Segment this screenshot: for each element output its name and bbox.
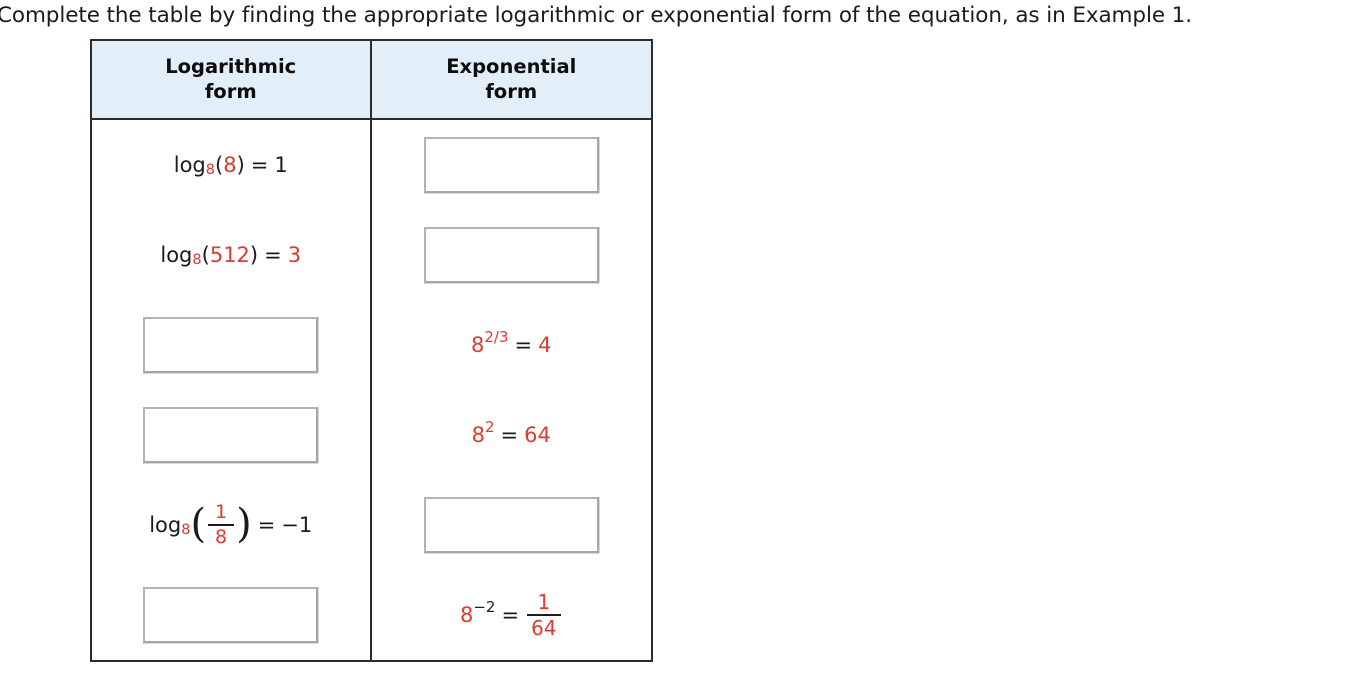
- cell-exponential-row-3: 8 2/3 = 4: [372, 300, 652, 390]
- equals-sign: =: [501, 602, 520, 627]
- close-paren: ): [236, 152, 245, 177]
- log-result: −1: [281, 512, 313, 537]
- log-argument-fraction: 18: [208, 501, 235, 548]
- column-header-exponential-line2: form: [485, 80, 538, 103]
- fraction-numerator: 1: [215, 501, 228, 523]
- close-paren: ): [236, 500, 252, 547]
- table-row: 8 2/3 = 4: [92, 300, 651, 390]
- cell-exponential-row-5: [372, 480, 652, 570]
- log-expression-row-5: log 8(1 8) = −1: [149, 503, 312, 547]
- cell-exponential-row-4: 8 2 = 64: [372, 390, 652, 480]
- cell-logarithmic-row-2: log 8(512) = 3: [92, 210, 372, 300]
- column-header-logarithmic-line1: Logarithmic: [165, 55, 297, 78]
- table-row: 8 2 = 64: [92, 390, 651, 480]
- exp-exponent: 2: [484, 417, 495, 436]
- answer-input-exponential-row-2[interactable]: [423, 227, 599, 283]
- cell-logarithmic-row-4: [92, 390, 372, 480]
- log-base: 8: [192, 251, 202, 268]
- answer-input-exponential-row-1[interactable]: [423, 137, 599, 193]
- exp-exponent: −2: [473, 597, 496, 616]
- exp-result: 4: [538, 332, 552, 357]
- exp-base: 8: [471, 422, 485, 447]
- open-paren: (: [190, 500, 207, 547]
- log-exponential-table: Logarithmic form Exponential form log 8(8…: [90, 39, 653, 662]
- answer-input-logarithmic-row-6[interactable]: [143, 587, 319, 643]
- column-header-exponential-line1: Exponential: [446, 55, 577, 78]
- answer-input-logarithmic-row-4[interactable]: [143, 407, 319, 463]
- log-argument: 512: [209, 242, 250, 267]
- log-label: log: [160, 242, 193, 267]
- page-title: Complete the table by finding the approp…: [0, 3, 1192, 28]
- log-expression-row-2: log 8(512) = 3: [160, 242, 302, 268]
- exponential-expression-row-3: 8 2/3 = 4: [471, 329, 552, 357]
- log-label: log: [173, 152, 206, 177]
- fraction-numerator: 1: [537, 590, 551, 614]
- exp-result-fraction: 1 64: [527, 590, 561, 640]
- open-paren: (: [214, 152, 224, 177]
- log-base: 8: [181, 521, 191, 538]
- exponential-expression-row-4: 8 2 = 64: [471, 419, 551, 447]
- open-paren: (: [201, 242, 210, 267]
- cell-logarithmic-row-6: [92, 570, 372, 660]
- cell-logarithmic-row-3: [92, 300, 372, 390]
- log-base: 8: [205, 161, 215, 178]
- cell-logarithmic-row-5: log 8(1 8) = −1: [92, 480, 372, 570]
- equals-sign: =: [514, 332, 533, 357]
- exp-base: 8: [459, 602, 474, 627]
- cell-exponential-row-2: [372, 210, 652, 300]
- answer-input-exponential-row-5[interactable]: [423, 497, 599, 553]
- table-body: log 8(8) = 1 log 8(512) = 3 8 2/3 = 4 8 …: [92, 120, 651, 660]
- column-header-logarithmic: Logarithmic form: [92, 41, 372, 118]
- equals-sign: =: [250, 152, 269, 177]
- equals-sign: =: [264, 242, 282, 267]
- cell-logarithmic-row-1: log 8(8) = 1: [92, 120, 372, 210]
- close-paren: ): [249, 242, 259, 267]
- table-row: 8 −2 = 1 64: [92, 570, 651, 660]
- column-header-logarithmic-line2: form: [204, 80, 257, 103]
- exp-base: 8: [471, 332, 485, 357]
- table-header-row: Logarithmic form Exponential form: [92, 41, 651, 120]
- exp-exponent: 2/3: [484, 327, 509, 346]
- exponential-expression-row-6: 8 −2 = 1 64: [460, 592, 563, 638]
- fraction-denominator: 8: [215, 526, 228, 548]
- cell-exponential-row-6: 8 −2 = 1 64: [372, 570, 652, 660]
- fraction-denominator: 64: [531, 616, 557, 640]
- log-result: 1: [274, 152, 288, 177]
- table-row: log 8(512) = 3: [92, 210, 651, 300]
- log-result: 3: [287, 242, 302, 267]
- table-row: log 8(1 8) = −1: [92, 480, 651, 570]
- log-expression-row-1: log 8(8) = 1: [173, 152, 288, 178]
- cell-exponential-row-1: [372, 120, 652, 210]
- log-argument: 8: [223, 152, 237, 177]
- table-row: log 8(8) = 1: [92, 120, 651, 210]
- answer-input-logarithmic-row-3[interactable]: [143, 317, 319, 373]
- exp-result: 64: [524, 422, 551, 447]
- equals-sign: =: [500, 422, 519, 447]
- log-label: log: [149, 512, 182, 537]
- column-header-exponential: Exponential form: [372, 41, 652, 118]
- equals-sign: =: [257, 512, 276, 537]
